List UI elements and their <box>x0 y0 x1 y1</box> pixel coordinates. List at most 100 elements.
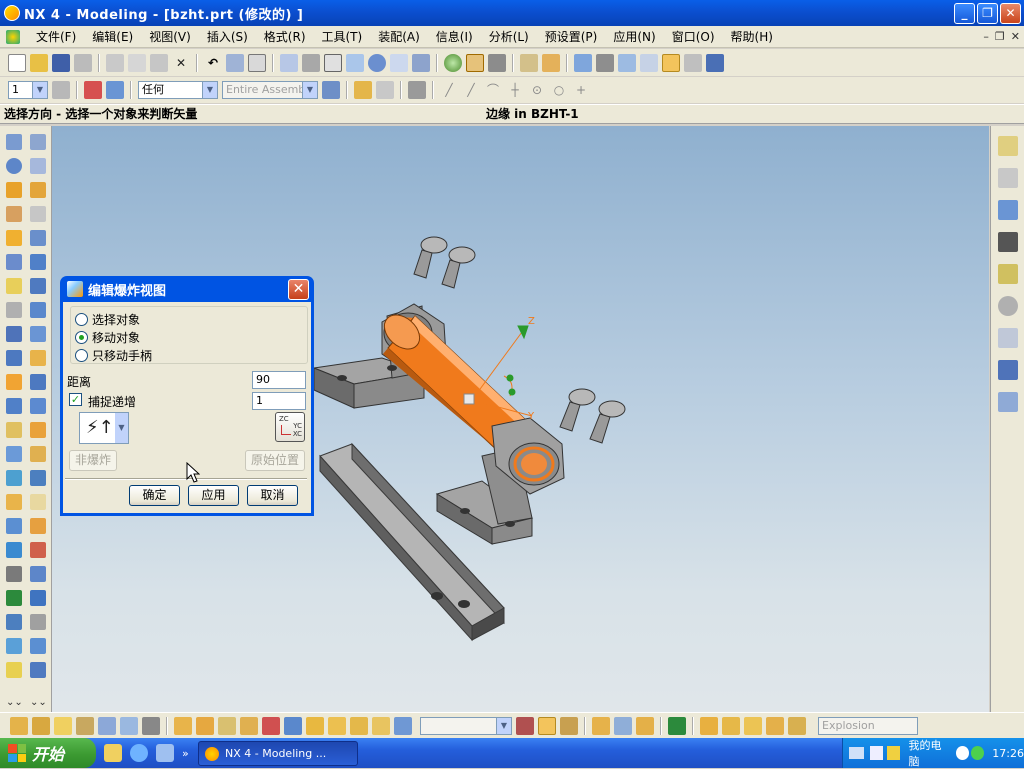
roles-tab-icon[interactable] <box>998 360 1018 380</box>
wave-icon[interactable] <box>30 494 46 510</box>
slot-tool-icon[interactable] <box>6 374 22 390</box>
zoom-icon[interactable] <box>324 53 342 72</box>
edit-explosion-active-icon[interactable] <box>538 716 556 735</box>
menu-help[interactable]: 帮助(H) <box>723 26 781 48</box>
snap-increment-checkbox[interactable]: ✓ <box>69 393 82 406</box>
bottom-tool-5-icon[interactable] <box>98 716 116 735</box>
bolts-top[interactable] <box>413 236 476 289</box>
layer-select[interactable]: 1 ▼ <box>8 81 48 99</box>
palette-tab-icon[interactable] <box>998 392 1018 412</box>
add-component-icon[interactable] <box>30 182 46 198</box>
view-explosion-icon[interactable] <box>592 716 610 735</box>
ok-button[interactable]: 确定 <box>129 485 180 506</box>
sweep-tool-icon[interactable] <box>6 254 22 270</box>
keyboard-icon[interactable] <box>849 747 865 759</box>
dialog-titlebar[interactable]: 编辑爆炸视图 ✕ <box>63 276 311 302</box>
selection-mode-icon[interactable] <box>106 81 124 99</box>
open-folder-icon[interactable] <box>30 53 48 72</box>
magnify-icon[interactable] <box>346 53 364 72</box>
blend-tool-icon[interactable] <box>6 446 22 462</box>
menu-view[interactable]: 视图(V) <box>141 26 199 48</box>
network-icon[interactable] <box>971 746 985 760</box>
nx-menu-icon[interactable] <box>6 29 20 44</box>
menu-preferences[interactable]: 预设置(P) <box>537 26 606 48</box>
arc-center-icon[interactable]: ⊙ <box>528 81 546 99</box>
line-midpoint-icon[interactable]: ╱ <box>462 81 480 99</box>
explosion-view-icon[interactable] <box>30 254 46 270</box>
show-in-view-icon[interactable] <box>30 446 46 462</box>
bottom-tool-10-icon[interactable] <box>218 716 236 735</box>
tracelines-bottom-icon[interactable] <box>560 716 578 735</box>
render-style-icon[interactable] <box>466 53 484 72</box>
part-navigator-tab-icon[interactable] <box>998 168 1018 188</box>
close-window-button[interactable]: ✕ <box>1000 3 1021 24</box>
view-hide-icon[interactable] <box>614 716 632 735</box>
component-icon[interactable] <box>596 53 614 72</box>
sphere-tool-icon[interactable] <box>6 158 22 174</box>
view-show-icon[interactable] <box>636 716 654 735</box>
quicklaunch-ie-icon[interactable] <box>130 744 148 762</box>
copy-icon[interactable] <box>128 53 146 72</box>
sequence-icon[interactable] <box>30 470 46 486</box>
offset-tool-icon[interactable] <box>6 542 22 558</box>
radio-move-handles-only[interactable]: 只移动手柄 <box>75 347 152 364</box>
shaded-icon[interactable] <box>444 53 462 72</box>
selected-tool-icon[interactable] <box>662 53 680 72</box>
history-tab-icon[interactable] <box>998 232 1018 252</box>
shell-tool-icon[interactable] <box>6 494 22 510</box>
radio-move-objects-button[interactable] <box>75 331 88 344</box>
reuse-library-tab-icon[interactable] <box>998 328 1018 348</box>
layer-icon[interactable] <box>520 53 538 72</box>
bottom-tool-9-icon[interactable] <box>196 716 214 735</box>
filter-icon[interactable] <box>84 81 102 99</box>
bottom-tool-2-icon[interactable] <box>32 716 50 735</box>
delete-icon[interactable]: ✕ <box>172 54 190 72</box>
dialog-close-button[interactable]: ✕ <box>288 279 309 300</box>
draft-tool-icon[interactable] <box>6 518 22 534</box>
line-endpoint-icon[interactable]: ╱ <box>440 81 458 99</box>
bolts-right[interactable] <box>559 388 626 444</box>
sequence-bottom-icon[interactable] <box>668 716 686 735</box>
mdi-restore-icon[interactable]: ❐ <box>995 30 1005 43</box>
wireframe-icon[interactable] <box>488 53 506 72</box>
explosion-name-field[interactable]: Explosion <box>818 716 918 735</box>
bottom-tool-13-icon[interactable] <box>284 716 302 735</box>
taskbar-nx-task[interactable]: NX 4 - Modeling ... <box>198 741 358 766</box>
pattern-tool-icon[interactable] <box>6 614 22 630</box>
thread-tool-icon[interactable] <box>6 422 22 438</box>
minimize-button[interactable]: _ <box>954 3 975 24</box>
auto-explode-icon[interactable] <box>30 326 46 342</box>
cut-icon[interactable] <box>106 53 124 72</box>
paste-icon[interactable] <box>150 53 168 72</box>
delete-explosion-icon[interactable] <box>30 398 46 414</box>
cut-assembly-icon[interactable] <box>30 590 46 606</box>
revolve-tool-icon[interactable] <box>6 230 22 246</box>
assembly-navigator-icon[interactable] <box>30 134 46 150</box>
point-icon[interactable]: + <box>572 81 590 99</box>
reference-icon[interactable] <box>618 53 636 72</box>
arrangements-icon[interactable] <box>30 614 46 630</box>
web-browser-tab-icon[interactable] <box>998 200 1018 220</box>
quicklaunch-3-icon[interactable] <box>156 744 174 762</box>
cancel-button[interactable]: 取消 <box>247 485 298 506</box>
bottom-tool-20-icon[interactable] <box>722 716 740 735</box>
component-list-icon[interactable] <box>30 158 46 174</box>
bottom-tool-16-icon[interactable] <box>350 716 368 735</box>
original-position-button[interactable]: 原始位置 <box>245 450 305 471</box>
feature-icon[interactable] <box>408 81 426 99</box>
bottom-tool-21-icon[interactable] <box>744 716 762 735</box>
show-hide-icon[interactable] <box>640 53 658 72</box>
bottom-tool-3-icon[interactable] <box>54 716 72 735</box>
tray-app2-icon[interactable] <box>887 746 901 760</box>
bottom-tool-6-icon[interactable] <box>120 716 138 735</box>
feature-tool-icon[interactable] <box>6 134 22 150</box>
bottom-tool-18-icon[interactable] <box>394 716 412 735</box>
menu-format[interactable]: 格式(R) <box>256 26 314 48</box>
bottom-dropdown[interactable]: ▼ <box>420 716 512 735</box>
mate-component-icon[interactable] <box>30 206 46 222</box>
tracelines-icon[interactable] <box>30 374 46 390</box>
trim-tool-icon[interactable] <box>6 566 22 582</box>
pan-icon[interactable] <box>390 53 408 72</box>
tray-app-icon[interactable] <box>870 746 884 760</box>
dynamic-icon[interactable] <box>574 53 592 72</box>
